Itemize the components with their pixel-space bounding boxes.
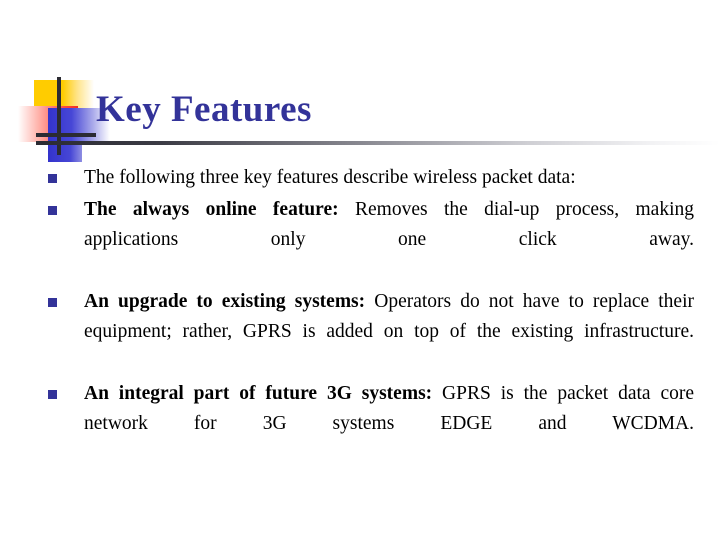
list-item-text: An upgrade to existing systems: Operator… [84, 287, 694, 377]
list-item-body: The following three key features describ… [84, 167, 576, 188]
red-gradient-block-icon [18, 106, 78, 142]
list-item-lead: An integral part of future 3G systems: [84, 383, 433, 404]
bullet-list: The following three key features describ… [44, 163, 694, 471]
list-item: The following three key features describ… [44, 163, 694, 193]
horizontal-rule-icon [36, 133, 96, 137]
list-item-lead: An upgrade to existing systems: [84, 291, 366, 312]
blue-small-block-icon [48, 144, 82, 162]
square-bullet-icon [48, 390, 57, 399]
list-item-text: An integral part of future 3G systems: G… [84, 379, 694, 469]
slide-title: Key Features [96, 89, 312, 130]
presentation-slide: Key Features The following three key fea… [0, 0, 720, 540]
list-item: The always online feature: Removes the d… [44, 195, 694, 285]
yellow-block-icon [34, 80, 94, 116]
title-underline-rule [36, 141, 720, 145]
square-bullet-icon [48, 174, 57, 183]
list-item-text: The following three key features describ… [84, 163, 694, 193]
list-item-text: The always online feature: Removes the d… [84, 195, 694, 285]
list-item-lead: The always online feature: [84, 199, 339, 220]
list-item: An integral part of future 3G systems: G… [44, 379, 694, 469]
square-bullet-icon [48, 206, 57, 215]
list-item: An upgrade to existing systems: Operator… [44, 287, 694, 377]
square-bullet-icon [48, 298, 57, 307]
